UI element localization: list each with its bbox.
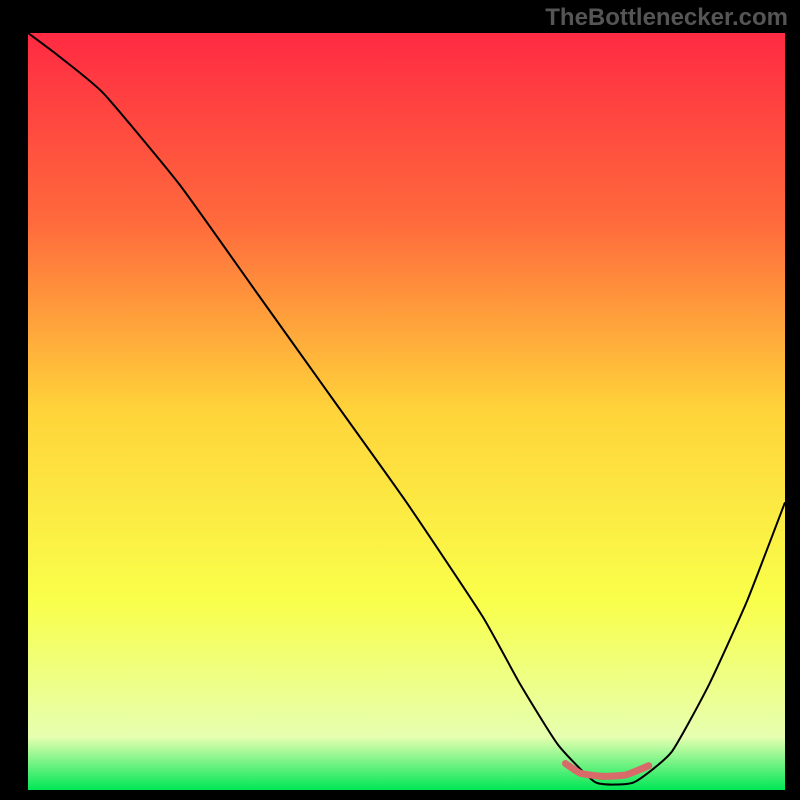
chart-container: TheBottleneсker.com [0, 0, 800, 800]
bottleneck-chart [0, 0, 800, 800]
watermark-text: TheBottleneсker.com [545, 4, 788, 32]
chart-background [28, 33, 785, 790]
